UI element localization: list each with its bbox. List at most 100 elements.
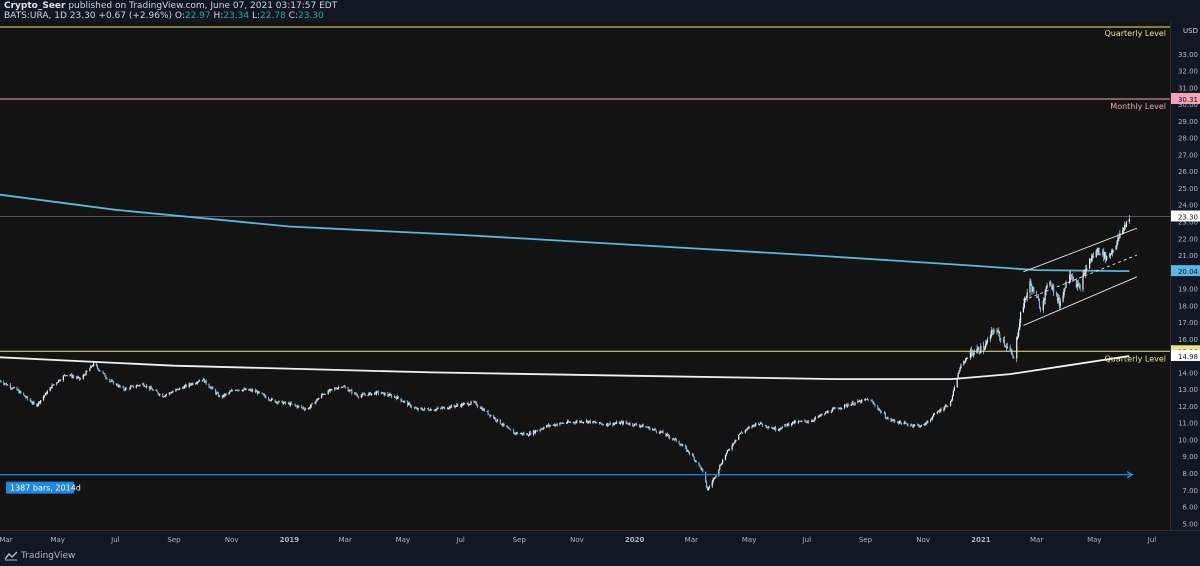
tradingview-brand[interactable]: TradingView: [4, 551, 75, 561]
candle-body: [871, 400, 873, 402]
candle-body: [1072, 279, 1075, 280]
candle-body: [230, 391, 232, 392]
candle-body: [872, 401, 874, 404]
candle-body: [705, 481, 708, 488]
candle-body: [1090, 258, 1093, 261]
candle-body: [950, 399, 953, 402]
candle-body: [600, 422, 602, 424]
candle-body: [1070, 274, 1072, 278]
time-axis[interactable]: Mar May Jul Sep Nov 2019 Mar May Jul Sep Nov 2020 Ma…: [0, 530, 1200, 548]
candle-body: [958, 371, 960, 374]
candle-body: [906, 423, 908, 425]
candle-body: [198, 380, 201, 382]
candle-body: [470, 401, 472, 405]
candle-body: [157, 391, 159, 394]
candle-body: [724, 455, 727, 460]
candle-body: [830, 411, 832, 413]
candle-body: [126, 387, 128, 389]
time-tick-label: Jul: [455, 536, 465, 544]
candle-body: [224, 394, 226, 397]
candle-body: [143, 383, 145, 387]
candle-body: [499, 419, 501, 424]
candle-body: [1046, 284, 1048, 288]
candle-body: [609, 423, 611, 425]
candle-body: [973, 353, 975, 354]
candle-body: [1044, 291, 1046, 300]
candle-body: [16, 387, 18, 391]
candle-body: [765, 424, 767, 427]
candle-body: [877, 405, 879, 410]
candle-body: [751, 426, 753, 428]
candle-body: [1066, 282, 1068, 284]
symbol-ohlc: BATS:URA, 1D 23.30 +0.67 (+2.96%) O:22.9…: [4, 11, 324, 21]
time-tick-label: Mar: [1030, 536, 1043, 544]
candle-body: [998, 330, 1000, 334]
price-label: 23.30: [1178, 213, 1198, 221]
candle-body: [1062, 295, 1064, 302]
candle-body: [817, 416, 819, 418]
candle-body: [1018, 329, 1020, 337]
publish-info: Crypto_Seer published on TradingView.com…: [4, 1, 337, 11]
price-axis-labels: 5.00 6.00 7.00 8.00 9.00 10.00 11.00 12.00 13.00…: [1171, 27, 1200, 528]
moving-average-line: [0, 193, 1130, 272]
candle-body: [493, 415, 495, 419]
candle-body: [105, 376, 107, 378]
candle-body: [893, 419, 895, 421]
time-tick-label: Sep: [167, 536, 181, 544]
candle-body: [931, 416, 934, 419]
candle-body: [788, 423, 790, 426]
candle-body: [85, 371, 87, 376]
candle-body: [348, 391, 350, 392]
candle-body: [455, 405, 457, 407]
candle-body: [692, 454, 694, 457]
candle-body: [1098, 248, 1100, 254]
candle-body: [116, 384, 118, 386]
candle-body: [135, 386, 137, 388]
candle-body: [1071, 277, 1074, 280]
price-axis[interactable]: 5.00 6.00 7.00 8.00 9.00 10.00 11.00 12.00 13.00…: [1170, 22, 1200, 530]
open-value: 22.97: [184, 11, 211, 21]
author-name[interactable]: Crypto_Seer: [4, 1, 65, 11]
candle-body: [707, 487, 710, 491]
candle-body: [331, 389, 333, 390]
symbol-label[interactable]: BATS:URA, 1D: [4, 11, 67, 21]
candle-body: [228, 392, 230, 394]
high-label: H:: [213, 11, 224, 21]
candle-body: [78, 376, 81, 379]
time-tick-label: 2021: [971, 536, 991, 544]
candle-body: [503, 423, 505, 426]
time-tick-label: Mar: [0, 536, 13, 544]
price-tick-label: 32.00: [1178, 68, 1198, 76]
candle-body: [947, 406, 949, 407]
candle-body: [635, 424, 638, 426]
candle-body: [86, 371, 88, 372]
candle-body: [95, 362, 98, 366]
time-tick-label: Nov: [916, 536, 930, 544]
price-tick-label: 10.00: [1178, 436, 1198, 444]
price-chart[interactable]: Quarterly LevelMonthly LevelQuarterly Le…: [0, 22, 1170, 530]
candle-body: [745, 429, 747, 431]
price-tick-label: 11.00: [1178, 420, 1198, 428]
candle-body: [212, 387, 214, 390]
candle-body: [549, 425, 552, 427]
price-tick-label: 31.00: [1178, 84, 1198, 92]
candle-body: [290, 402, 292, 405]
footer: TradingView: [0, 548, 1200, 566]
candle-body: [993, 331, 995, 332]
price-tick-label: 6.00: [1182, 504, 1198, 512]
candle-body: [715, 475, 717, 478]
candle-body: [6, 384, 9, 386]
candle-body: [56, 382, 58, 385]
candle-body: [155, 389, 157, 391]
candle-body: [854, 402, 856, 405]
candle-body: [748, 427, 750, 428]
candle-body: [355, 392, 357, 395]
candle-body: [808, 421, 810, 423]
candle-body: [873, 403, 875, 404]
candle-body: [410, 406, 413, 408]
candle-body: [891, 420, 893, 421]
chart-plot-area[interactable]: Quarterly Level Monthly Level Quarterly Le…: [0, 22, 1170, 530]
candle-body: [738, 434, 740, 440]
time-tick-label: 2020: [625, 536, 645, 544]
candle-body: [733, 442, 735, 444]
